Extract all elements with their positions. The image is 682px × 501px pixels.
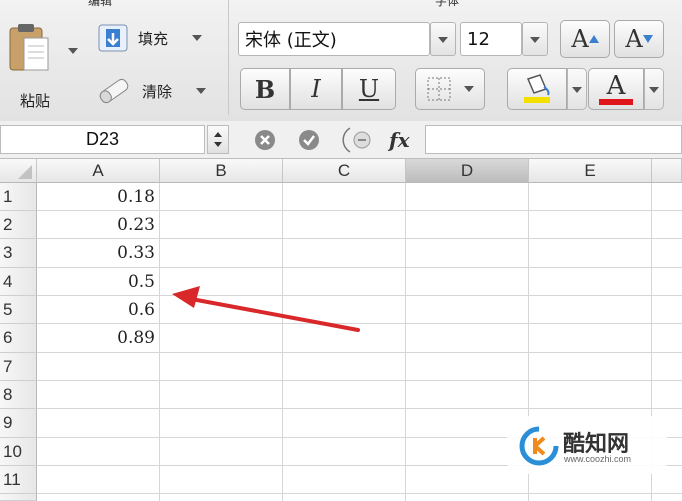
- coozhi-logo-icon: [519, 426, 559, 466]
- watermark-url: www.coozhi.com: [564, 454, 632, 464]
- watermark: 酷知网 www.coozhi.com: [507, 416, 667, 474]
